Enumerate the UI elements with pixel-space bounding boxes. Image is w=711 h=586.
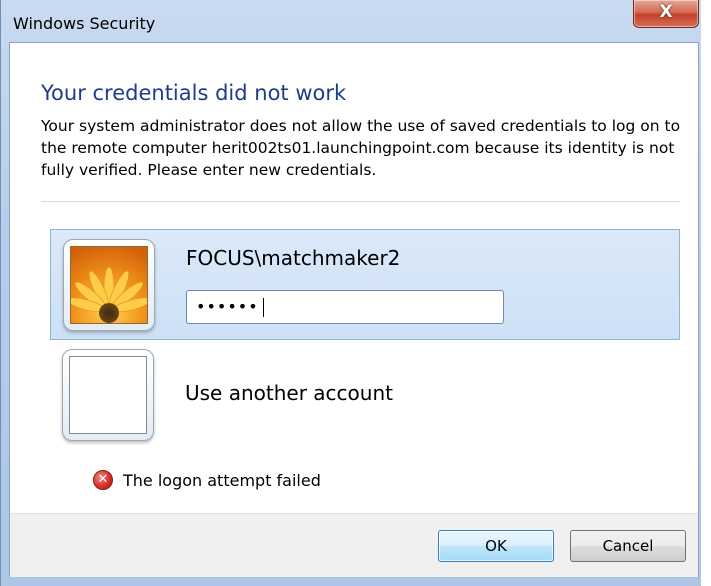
password-value: •••••• [196, 297, 259, 316]
dialog-message: Your system administrator does not allow… [41, 117, 681, 179]
dialog-body: Your credentials did not work Your syste… [9, 42, 699, 577]
account-tile-use-another[interactable]: Use another account [50, 349, 680, 449]
close-button[interactable]: X [633, 0, 699, 28]
password-input[interactable]: •••••• [186, 290, 504, 324]
error-icon: ✕ [93, 470, 113, 490]
error-text: The logon attempt failed [123, 471, 321, 490]
flower-picture [71, 247, 147, 323]
blank-avatar-picture [69, 356, 147, 434]
account-tile-focus-matchmaker2[interactable]: FOCUS\matchmaker2 •••••• [50, 229, 680, 340]
avatar [63, 239, 155, 331]
blank-avatar-icon [62, 349, 154, 441]
ok-button[interactable]: OK [438, 530, 554, 562]
title-bar[interactable]: Windows Security X [1, 0, 711, 42]
window-title: Windows Security [13, 14, 156, 33]
close-icon: X [659, 2, 673, 22]
button-bar: OK Cancel [10, 513, 698, 577]
use-another-account-label: Use another account [185, 381, 393, 405]
text-caret [263, 298, 264, 317]
dialog-heading: Your credentials did not work [41, 81, 347, 105]
background-strip [701, 0, 711, 586]
dialog-window: Windows Security X Your credentials did … [0, 0, 711, 586]
account-username: FOCUS\matchmaker2 [186, 246, 401, 270]
divider [41, 201, 680, 202]
orange-flower-icon [70, 246, 148, 324]
cancel-button[interactable]: Cancel [570, 530, 686, 562]
